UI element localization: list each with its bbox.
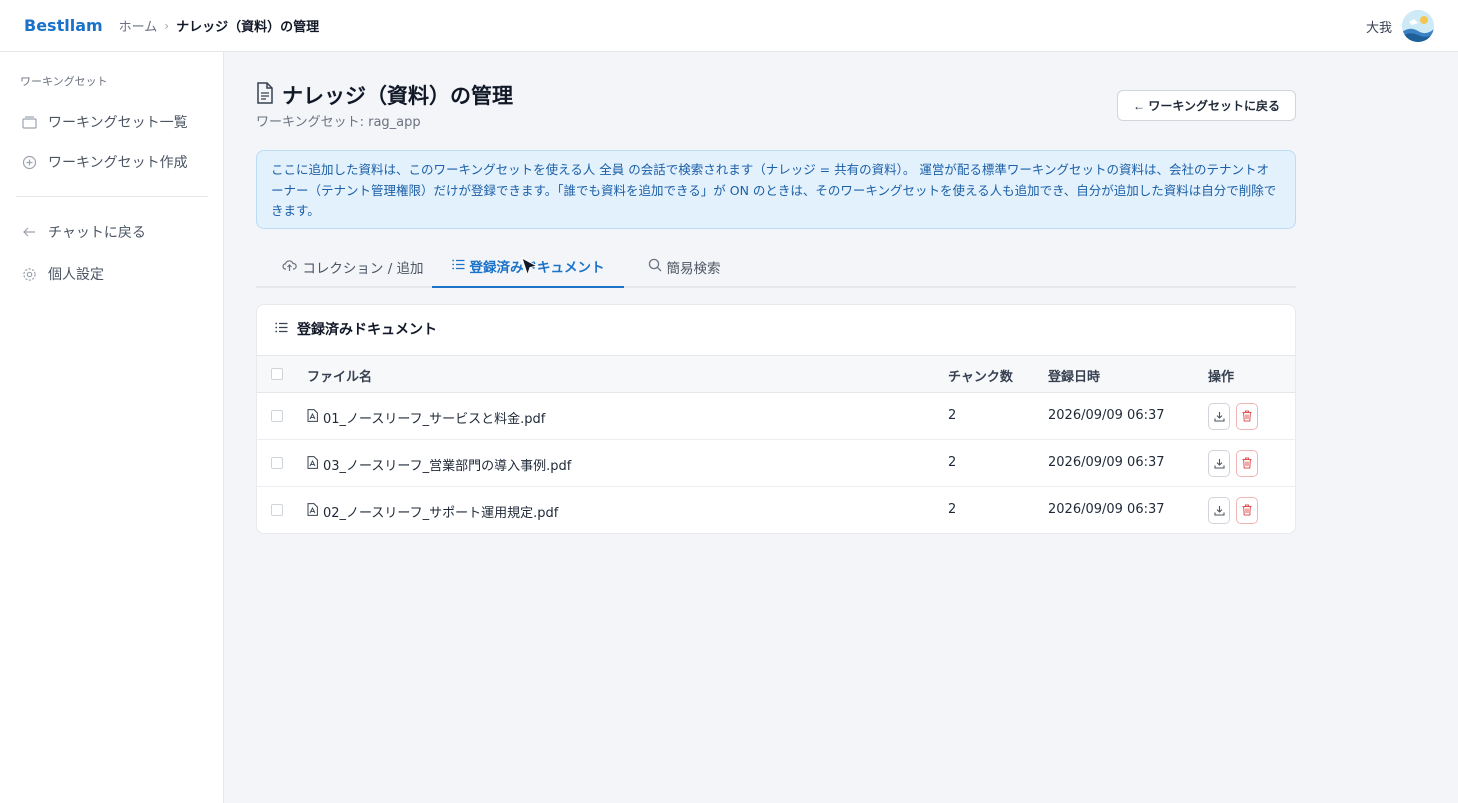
cloud-upload-icon [282, 259, 298, 276]
tab-bar: コレクション / 追加 登録済みドキュメント 簡易検索 [256, 246, 1296, 288]
chunk-count: 2 [948, 502, 957, 517]
column-header-registered-at: 登録日時 [1048, 370, 1101, 385]
documents-heading: 登録済みドキュメント [297, 322, 437, 338]
sidebar-item-workingset-create[interactable]: ワーキングセット作成 [20, 148, 210, 176]
file-name[interactable]: 01_ノースリーフ_サービスと料金.pdf [323, 408, 545, 427]
registered-at: 2026/09/09 06:37 [1048, 455, 1165, 470]
pdf-file-icon [307, 503, 318, 520]
sidebar-item-label: ワーキングセット作成 [48, 155, 188, 171]
registered-at: 2026/09/09 06:37 [1048, 408, 1165, 423]
folder-icon [20, 113, 38, 131]
file-name-cell: 02_ノースリーフ_サポート運用規定.pdf [307, 502, 558, 521]
top-bar: Bestllam ホーム › ナレッジ（資料）の管理 大我 [0, 0, 1458, 52]
documents-card: 登録済みドキュメント ファイル名 チャンク数 登録日時 操作 01_ノースリーフ… [256, 304, 1296, 534]
tab-simple-search[interactable]: 簡易検索 [634, 246, 734, 288]
sidebar-item-label: ワーキングセット一覧 [48, 115, 188, 131]
delete-button[interactable] [1236, 497, 1258, 524]
column-header-filename: ファイル名 [307, 370, 373, 385]
document-icon [256, 82, 274, 108]
list-icon [451, 258, 465, 274]
page-subtitle: ワーキングセット: rag_app [256, 115, 421, 130]
sidebar-item-settings[interactable]: 個人設定 [20, 260, 210, 288]
delete-button[interactable] [1236, 450, 1258, 477]
back-to-workingset-button[interactable]: ← ワーキングセットに戻る [1117, 90, 1296, 121]
chunk-count: 2 [948, 455, 957, 470]
sidebar-item-label: チャットに戻る [48, 225, 146, 241]
download-icon [1213, 501, 1225, 520]
delete-button[interactable] [1236, 403, 1258, 430]
column-header-actions: 操作 [1208, 370, 1235, 385]
file-name[interactable]: 02_ノースリーフ_サポート運用規定.pdf [323, 502, 558, 521]
sidebar-divider [16, 196, 208, 197]
table-row: 02_ノースリーフ_サポート運用規定.pdf 2 2026/09/09 06:3… [257, 487, 1295, 533]
chunk-count: 2 [948, 408, 957, 423]
sidebar-item-back-to-chat[interactable]: チャットに戻る [20, 218, 210, 246]
search-icon [648, 258, 662, 276]
download-icon [1213, 454, 1225, 473]
arrow-left-icon [20, 223, 38, 241]
list-icon [275, 321, 288, 337]
breadcrumb-separator: › [164, 18, 170, 33]
info-banner: ここに追加した資料は、このワーキングセットを使える人 全員 の会話で検索されます… [256, 150, 1296, 229]
page-header: ナレッジ（資料）の管理 [256, 80, 513, 110]
plus-circle-icon [20, 153, 38, 171]
pdf-file-icon [307, 456, 318, 473]
download-button[interactable] [1208, 403, 1230, 430]
table-row: 03_ノースリーフ_営業部門の導入事例.pdf 2 2026/09/09 06:… [257, 440, 1295, 487]
trash-icon [1242, 454, 1252, 473]
row-checkbox[interactable] [271, 457, 283, 469]
table-row: 01_ノースリーフ_サービスと料金.pdf 2 2026/09/09 06:37 [257, 393, 1295, 440]
sidebar-item-workingset-list[interactable]: ワーキングセット一覧 [20, 108, 210, 136]
user-menu[interactable]: 大我 [1366, 10, 1434, 42]
download-icon [1213, 407, 1225, 426]
select-all-checkbox[interactable] [271, 368, 283, 380]
gear-icon [20, 265, 38, 283]
mouse-cursor-icon [521, 256, 539, 277]
page-title: ナレッジ（資料）の管理 [282, 84, 513, 108]
pdf-file-icon [307, 409, 318, 426]
brand-logo[interactable]: Bestllam [24, 16, 103, 35]
sidebar-item-label: 個人設定 [48, 267, 104, 283]
breadcrumb-home[interactable]: ホーム [119, 16, 158, 35]
download-button[interactable] [1208, 450, 1230, 477]
breadcrumb-current: ナレッジ（資料）の管理 [176, 20, 320, 35]
tab-collection-add[interactable]: コレクション / 追加 [268, 246, 438, 288]
column-header-chunks: チャンク数 [948, 370, 1013, 385]
sidebar: ワーキングセット ワーキングセット一覧 ワーキングセット作成 チャットに戻る 個… [0, 52, 224, 803]
tab-label: コレクション / 追加 [302, 261, 424, 277]
documents-card-header: 登録済みドキュメント [275, 319, 437, 339]
table-header: ファイル名 チャンク数 登録日時 操作 [257, 355, 1295, 393]
tab-label: 簡易検索 [666, 261, 721, 277]
trash-icon [1242, 501, 1252, 520]
registered-at: 2026/09/09 06:37 [1048, 502, 1165, 517]
file-name[interactable]: 03_ノースリーフ_営業部門の導入事例.pdf [323, 455, 571, 474]
trash-icon [1242, 407, 1252, 426]
avatar[interactable] [1402, 10, 1434, 42]
download-button[interactable] [1208, 497, 1230, 524]
row-checkbox[interactable] [271, 410, 283, 422]
row-checkbox[interactable] [271, 504, 283, 516]
sidebar-section-label: ワーキングセット [20, 75, 108, 88]
user-name[interactable]: 大我 [1366, 17, 1392, 36]
file-name-cell: 03_ノースリーフ_営業部門の導入事例.pdf [307, 455, 571, 474]
file-name-cell: 01_ノースリーフ_サービスと料金.pdf [307, 408, 545, 427]
